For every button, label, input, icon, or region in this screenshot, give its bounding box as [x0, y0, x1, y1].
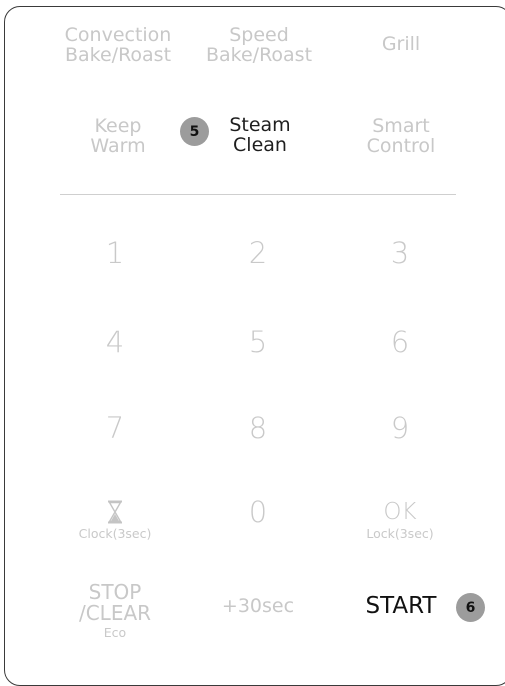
number-key-8[interactable]: 8 — [218, 413, 298, 444]
keep-warm-button[interactable]: Keep Warm — [52, 115, 184, 157]
hourglass-icon — [108, 500, 122, 524]
ok-label: OK — [383, 499, 417, 525]
step-badge-6: 6 — [456, 593, 485, 622]
ok-button[interactable]: OK Lock(3sec) — [340, 500, 460, 540]
plus-30-sec-button[interactable]: +30sec — [198, 596, 318, 617]
convection-label-line1: Convection — [64, 24, 172, 46]
number-key-6[interactable]: 6 — [360, 327, 440, 358]
convection-bake-roast-button[interactable]: Convection Bake/Roast — [52, 24, 184, 66]
eco-label: Eco — [103, 625, 127, 640]
number-key-4[interactable]: 4 — [75, 327, 155, 358]
speed-bake-roast-button[interactable]: Speed Bake/Roast — [193, 24, 325, 66]
steam-clean-button[interactable]: Steam Clean — [218, 114, 302, 156]
convection-label-line2: Bake/Roast — [64, 43, 172, 66]
stop-clear-button[interactable]: STOP /CLEAR Eco — [50, 580, 180, 640]
divider — [60, 194, 456, 195]
clock-label: Clock(3sec) — [78, 526, 152, 541]
number-key-9[interactable]: 9 — [360, 413, 440, 444]
steam-clean-label-line1: Steam — [229, 114, 291, 136]
clear-label: /CLEAR — [78, 601, 152, 625]
stop-label: STOP — [88, 580, 142, 604]
smart-control-button[interactable]: Smart Control — [335, 115, 467, 157]
speed-label-line1: Speed — [229, 24, 289, 46]
lock-label: Lock(3sec) — [366, 526, 434, 542]
number-key-1[interactable]: 1 — [75, 238, 155, 269]
keep-warm-label-line1: Keep — [94, 115, 142, 137]
steam-clean-label-line2: Clean — [233, 133, 287, 156]
number-key-3[interactable]: 3 — [360, 238, 440, 269]
smart-control-label-line2: Control — [366, 134, 436, 157]
keep-warm-label-line2: Warm — [90, 134, 146, 157]
grill-label: Grill — [381, 33, 421, 55]
number-key-0[interactable]: 0 — [218, 497, 298, 528]
smart-control-label-line1: Smart — [372, 115, 430, 137]
step-badge-5: 5 — [180, 117, 209, 146]
grill-button[interactable]: Grill — [335, 33, 467, 55]
number-key-2[interactable]: 2 — [218, 238, 298, 269]
speed-label-line2: Bake/Roast — [205, 43, 313, 66]
clock-button[interactable]: Clock(3sec) — [55, 500, 175, 540]
start-button[interactable]: START — [356, 594, 446, 618]
number-key-7[interactable]: 7 — [75, 413, 155, 444]
number-key-5[interactable]: 5 — [218, 327, 298, 358]
